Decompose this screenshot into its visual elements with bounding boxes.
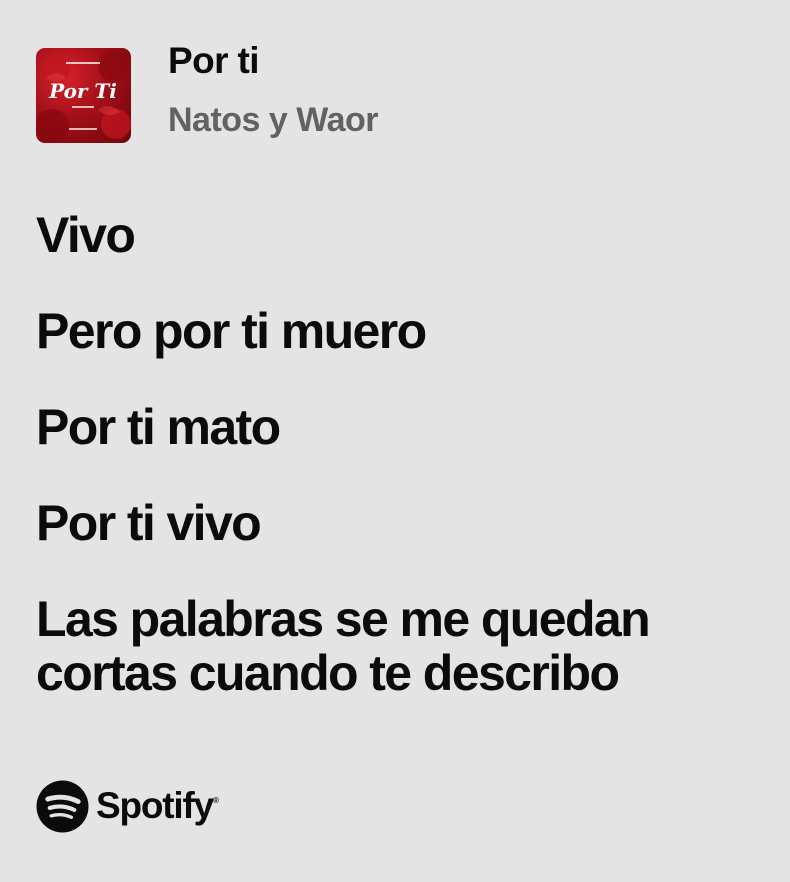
- lyric-line: Pero por ti muero: [36, 303, 427, 359]
- album-cover-art: Por Ti: [36, 50, 131, 143]
- registered-mark: ®: [212, 796, 219, 805]
- lyric-line: Las palabras se me quedan cortas cuando …: [36, 591, 651, 701]
- artist-name: Natos y Waor: [168, 101, 379, 139]
- song-title: Por ti: [168, 40, 260, 81]
- lyrics-block: Vivo Pero por ti muero Por ti mato Por t…: [36, 208, 756, 742]
- album-cover-title: Por Ti: [48, 79, 117, 103]
- spotify-icon: [36, 780, 89, 833]
- spotify-logo: Spotify®: [36, 780, 236, 834]
- track-header: Por Ti Por ti Natos y Waor: [36, 40, 756, 144]
- album-cover: Por Ti: [36, 48, 131, 143]
- brand-name: Spotify: [96, 785, 214, 826]
- lyric-line: Vivo: [36, 207, 136, 263]
- lyrics-share-card: Por Ti Por ti Natos y Waor Vivo Pero por…: [0, 0, 790, 882]
- lyric-line: Por ti mato: [36, 399, 281, 455]
- lyric-line: Por ti vivo: [36, 495, 262, 551]
